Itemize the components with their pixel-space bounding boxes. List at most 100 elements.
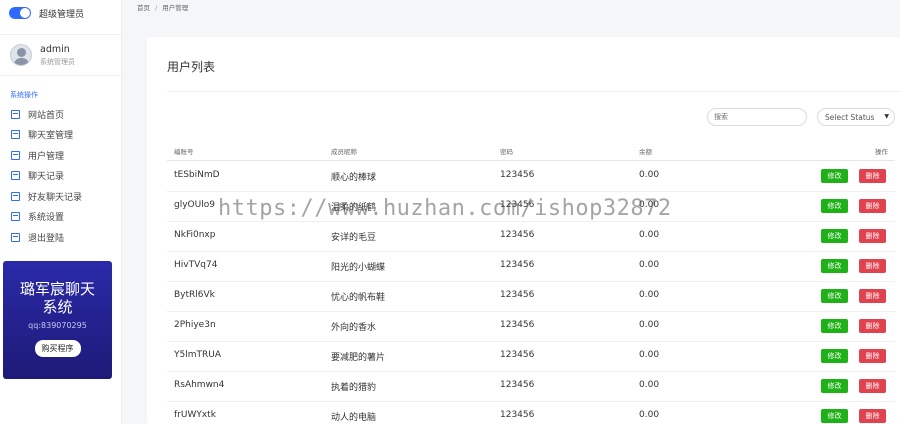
avatar [10,44,32,66]
edit-button[interactable]: 修改 [821,229,848,243]
cell-nickname: 要减肥的薯片 [331,353,386,363]
delete-button[interactable]: 删除 [859,409,886,423]
user-list-card: 用户列表 Select Status ▼ 编账号 成员昵称 密码 余额 操作 t… [147,37,900,424]
table-row: HivTVq74 阳光的小蝴蝶 123456 0.00 修改 删除 [167,252,895,282]
sidebar-item-1[interactable]: 聊天室管理 [0,125,121,146]
cell-account: RsAhmwn4 [174,380,225,390]
promo-title: 璐军宸聊天系统 [19,280,95,316]
table-row: BytRl6Vk 忧心的帆布鞋 123456 0.00 修改 删除 [167,282,895,312]
column-header-password: 密码 [500,148,513,156]
status-select[interactable]: Select Status ▼ [817,108,895,126]
delete-button[interactable]: 删除 [859,259,886,273]
edit-button[interactable]: 修改 [821,379,848,393]
delete-button[interactable]: 删除 [859,199,886,213]
sidebar-item-label: 用户管理 [28,151,65,162]
cell-account: glyOUlo9 [174,200,215,210]
sidebar-toggle[interactable] [9,7,31,19]
window-icon [11,191,20,201]
cell-nickname: 执着的猎豹 [331,383,377,393]
edit-button[interactable]: 修改 [821,289,848,303]
edit-button[interactable]: 修改 [821,169,848,183]
column-header-balance: 余额 [639,148,652,156]
cell-account: HivTVq74 [174,260,218,270]
cell-balance: 0.00 [639,200,660,210]
caret-down-icon: ▼ [884,113,889,120]
cell-password: 123456 [500,290,535,300]
column-header-nickname: 成员昵称 [331,148,357,156]
sidebar-item-6[interactable]: 退出登陆 [0,227,121,248]
edit-button[interactable]: 修改 [821,349,848,363]
cell-account: NkFi0nxp [174,230,216,240]
delete-button[interactable]: 删除 [859,379,886,393]
sidebar-item-label: 退出登陆 [28,233,65,244]
sidebar-item-label: 系统设置 [28,213,65,224]
cell-balance: 0.00 [639,290,660,300]
cell-nickname: 外向的香水 [331,323,377,333]
table-row: RsAhmwn4 执着的猎豹 123456 0.00 修改 删除 [167,372,895,402]
sidebar-item-3[interactable]: 聊天记录 [0,166,121,187]
sidebar-item-4[interactable]: 好友聊天记录 [0,186,121,207]
cell-account: frUWYxtk [174,410,216,420]
promo-banner: 璐军宸聊天系统 qq:839070295 购买程序 [3,261,112,379]
cell-account: BytRl6Vk [174,290,215,300]
delete-button[interactable]: 删除 [859,229,886,243]
cell-nickname: 温柔的纸鹤 [331,203,377,213]
table-row: frUWYxtk 动人的电脑 123456 0.00 修改 删除 [167,402,895,424]
edit-button[interactable]: 修改 [821,409,848,423]
search-input[interactable] [707,108,807,126]
delete-button[interactable]: 删除 [859,319,886,333]
sidebar: 超级管理员 admin 系统管理员 系统操作 网站首页 聊天室管理 用户管理 聊天记录… [0,0,122,424]
cell-password: 123456 [500,350,535,360]
delete-button[interactable]: 删除 [859,289,886,303]
cell-password: 123456 [500,380,535,390]
cell-password: 123456 [500,200,535,210]
cell-password: 123456 [500,410,535,420]
table-row: 2Phiye3n 外向的香水 123456 0.00 修改 删除 [167,312,895,342]
delete-button[interactable]: 删除 [859,169,886,183]
edit-button[interactable]: 修改 [821,319,848,333]
edit-button[interactable]: 修改 [821,259,848,273]
user-role: 系统管理员 [40,57,75,66]
cell-balance: 0.00 [639,410,660,420]
user-name: admin [40,43,70,55]
breadcrumb-home[interactable]: 首页 [137,4,150,12]
nav-section-title: 系统操作 [10,91,38,99]
breadcrumb-current: 用户管理 [162,4,189,12]
cell-account: 2Phiye3n [174,320,216,330]
window-icon [11,150,20,160]
cell-balance: 0.00 [639,320,660,330]
buy-button[interactable]: 购买程序 [34,340,81,357]
table-row: NkFi0nxp 安详的毛豆 123456 0.00 修改 删除 [167,222,895,252]
window-icon [11,109,20,119]
delete-button[interactable]: 删除 [859,349,886,363]
cell-password: 123456 [500,320,535,330]
cell-balance: 0.00 [639,170,660,180]
cell-nickname: 动人的电脑 [331,413,377,423]
cell-nickname: 安详的毛豆 [331,233,377,243]
sidebar-item-2[interactable]: 用户管理 [0,145,121,166]
cell-balance: 0.00 [639,260,660,270]
table-row: glyOUlo9 温柔的纸鹤 123456 0.00 修改 删除 [167,192,895,222]
window-icon [11,130,20,140]
sidebar-item-0[interactable]: 网站首页 [0,104,121,125]
promo-qq: qq:839070295 [28,321,87,330]
cell-nickname: 阳光的小蝴蝶 [331,263,386,273]
sidebar-item-label: 好友聊天记录 [28,192,83,203]
cell-password: 123456 [500,170,535,180]
cell-password: 123456 [500,260,535,270]
cell-account: Y5lmTRUA [174,350,221,360]
table-header: 编账号 成员昵称 密码 余额 操作 [167,143,895,161]
sidebar-item-label: 网站首页 [28,110,65,121]
cell-password: 123456 [500,230,535,240]
breadcrumb-separator: / [155,4,158,12]
cell-account: tESbiNmD [174,170,220,180]
column-header-account: 编账号 [174,148,194,156]
cell-nickname: 忧心的帆布鞋 [331,293,386,303]
cell-nickname: 顺心的棒球 [331,173,377,183]
sidebar-item-5[interactable]: 系统设置 [0,207,121,228]
edit-button[interactable]: 修改 [821,199,848,213]
window-icon [11,232,20,242]
page-title: 用户列表 [167,60,216,74]
user-profile: admin 系统管理员 [0,34,121,76]
cell-balance: 0.00 [639,350,660,360]
